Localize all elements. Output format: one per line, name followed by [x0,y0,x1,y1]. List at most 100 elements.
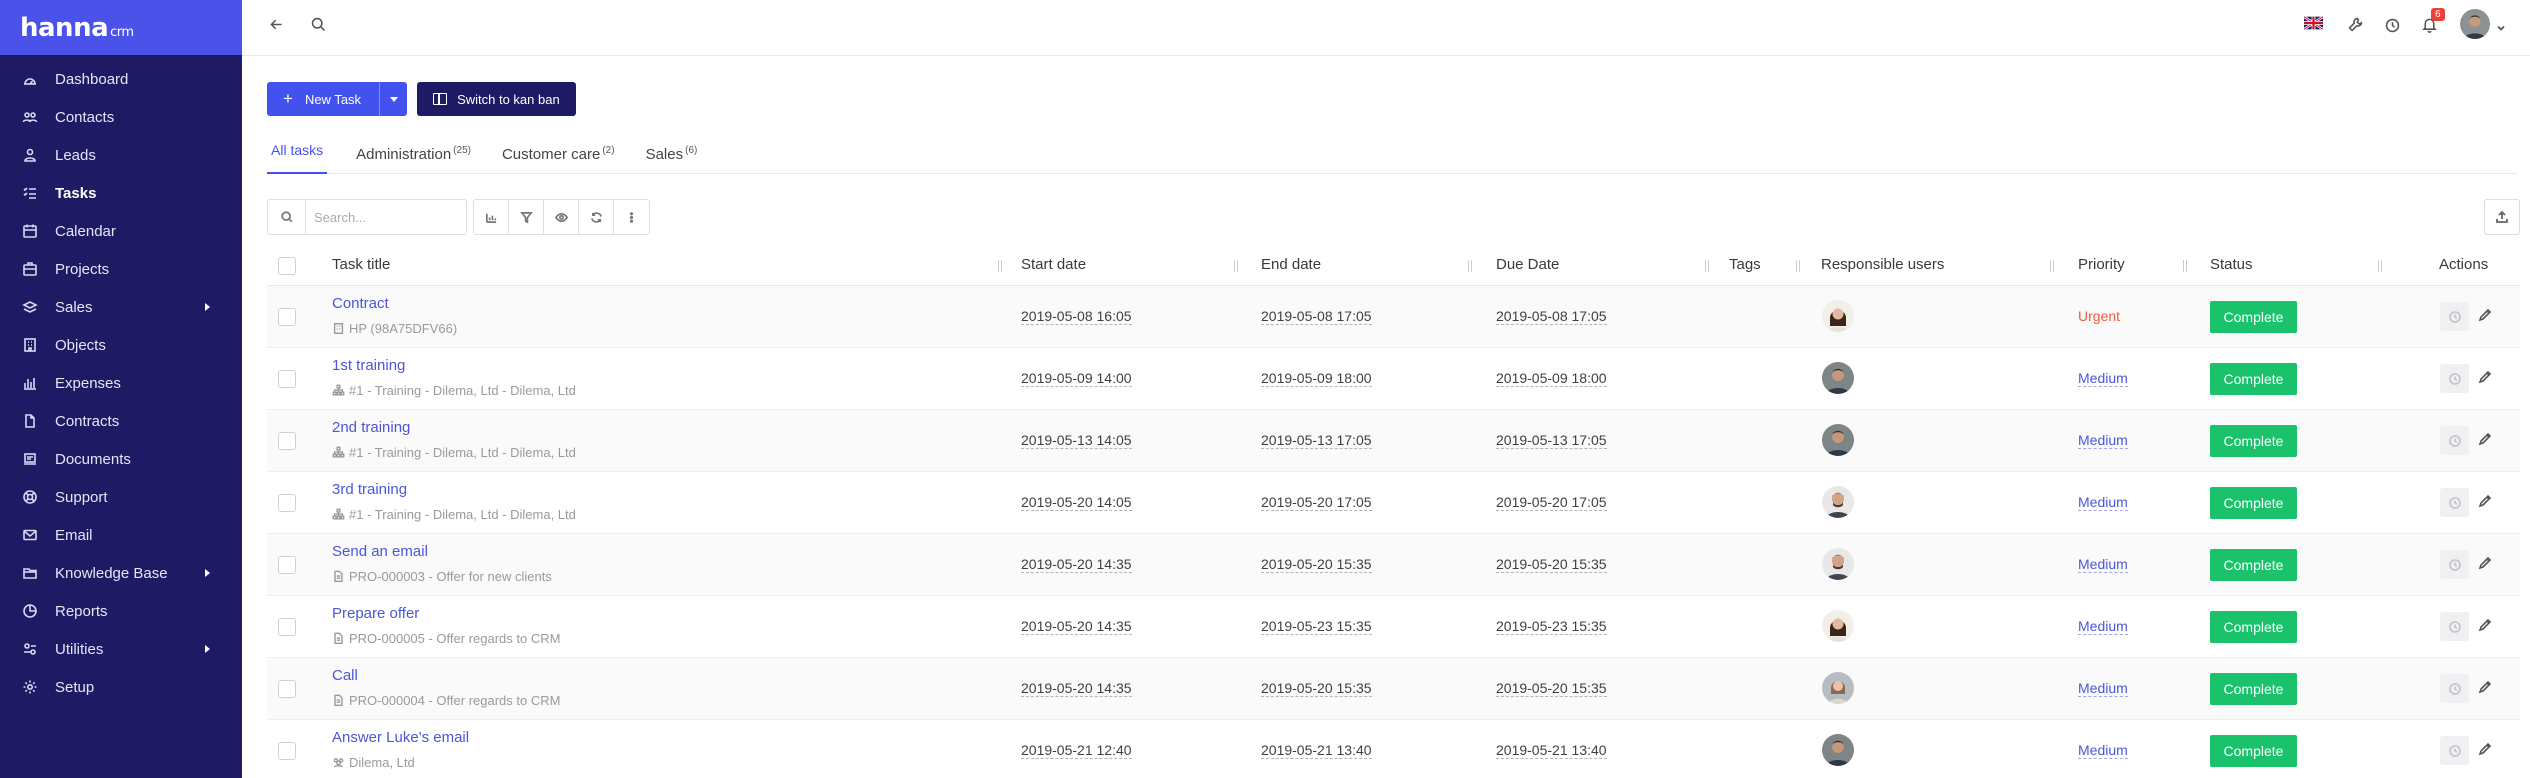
table-row[interactable]: Send an email PRO-000003 - Offer for new … [267,534,2520,596]
task-title-link[interactable]: Call [332,667,358,684]
responsible-user-avatar[interactable] [1822,362,1854,394]
sidebar-item-utilities[interactable]: Utilities [0,630,242,668]
due-date[interactable]: 2019-05-09 18:00 [1496,370,1607,387]
status-button[interactable]: Complete [2210,549,2297,581]
sidebar-item-documents[interactable]: Documents [0,440,242,478]
row-checkbox[interactable] [278,618,296,636]
uk-flag-icon[interactable] [2304,16,2323,30]
column-resize-handle[interactable] [997,260,1005,272]
start-date[interactable]: 2019-05-20 14:35 [1021,618,1132,635]
table-row[interactable]: Contract HP (98A75DFV66) 2019-05-08 16:05 2… [267,286,2520,348]
table-row[interactable]: 1st training #1 - Training - Dilema, Ltd … [267,348,2520,410]
row-checkbox[interactable] [278,742,296,760]
row-checkbox[interactable] [278,432,296,450]
search-icon[interactable] [268,200,306,234]
due-date[interactable]: 2019-05-08 17:05 [1496,308,1607,325]
pencil-icon[interactable] [2477,555,2495,573]
pencil-icon[interactable] [2477,617,2495,635]
tab-customer-care[interactable]: Customer care (2) [500,132,617,174]
task-title-link[interactable]: 2nd training [332,419,410,436]
task-related[interactable]: HP (98A75DFV66) [332,321,457,336]
status-button[interactable]: Complete [2210,673,2297,705]
due-date[interactable]: 2019-05-13 17:05 [1496,432,1607,449]
task-related[interactable]: #1 - Training - Dilema, Ltd - Dilema, Lt… [332,507,576,522]
priority-value[interactable]: Medium [2078,556,2128,573]
task-related[interactable]: Dilema, Ltd [332,755,415,770]
column-tags[interactable]: Tags [1729,256,1761,273]
due-date[interactable]: 2019-05-20 15:35 [1496,680,1607,697]
table-row[interactable]: 3rd training #1 - Training - Dilema, Ltd … [267,472,2520,534]
new-task-button[interactable]: + New Task [267,82,408,116]
task-related[interactable]: #1 - Training - Dilema, Ltd - Dilema, Lt… [332,445,576,460]
responsible-user-avatar[interactable] [1822,734,1854,766]
status-button[interactable]: Complete [2210,611,2297,643]
due-date[interactable]: 2019-05-23 15:35 [1496,618,1607,635]
due-date[interactable]: 2019-05-20 17:05 [1496,494,1607,511]
status-button[interactable]: Complete [2210,425,2297,457]
export-icon[interactable] [2484,199,2520,235]
row-checkbox[interactable] [278,680,296,698]
due-date[interactable]: 2019-05-20 15:35 [1496,556,1607,573]
start-date[interactable]: 2019-05-21 12:40 [1021,742,1132,759]
table-row[interactable]: Answer Luke's email Dilema, Ltd 2019-05-21… [267,720,2520,778]
new-task-dropdown-toggle[interactable] [379,82,407,116]
task-related[interactable]: PRO-000003 - Offer for new clients [332,569,552,584]
column-end-date[interactable]: End date [1261,256,1321,273]
column-resize-handle[interactable] [1467,260,1475,272]
start-date[interactable]: 2019-05-09 14:00 [1021,370,1132,387]
task-title-link[interactable]: 3rd training [332,481,407,498]
priority-value[interactable]: Medium [2078,680,2128,697]
table-row[interactable]: Prepare offer PRO-000005 - Offer regards … [267,596,2520,658]
switch-to-kanban-button[interactable]: Switch to kan ban [417,82,576,116]
start-date[interactable]: 2019-05-13 14:05 [1021,432,1132,449]
responsible-user-avatar[interactable] [1822,486,1854,518]
pencil-icon[interactable] [2477,307,2495,325]
status-button[interactable]: Complete [2210,735,2297,767]
pencil-icon[interactable] [2477,369,2495,387]
status-button[interactable]: Complete [2210,301,2297,333]
clock-icon[interactable] [2440,364,2469,393]
sidebar-item-leads[interactable]: Leads [0,136,242,174]
end-date[interactable]: 2019-05-20 15:35 [1261,680,1372,697]
task-related[interactable]: PRO-000004 - Offer regards to CRM [332,693,560,708]
start-date[interactable]: 2019-05-20 14:05 [1021,494,1132,511]
column-resize-handle[interactable] [1233,260,1241,272]
due-date[interactable]: 2019-05-21 13:40 [1496,742,1607,759]
priority-value[interactable]: Medium [2078,494,2128,511]
column-resize-handle[interactable] [1704,260,1712,272]
priority-value[interactable]: Medium [2078,742,2128,759]
clock-icon[interactable] [2440,736,2469,765]
priority-value[interactable]: Medium [2078,370,2128,387]
task-title-link[interactable]: Answer Luke's email [332,729,469,746]
column-resize-handle[interactable] [2377,260,2385,272]
row-checkbox[interactable] [278,556,296,574]
back-arrow-icon[interactable] [266,14,286,34]
sidebar-item-contracts[interactable]: Contracts [0,402,242,440]
end-date[interactable]: 2019-05-08 17:05 [1261,308,1372,325]
end-date[interactable]: 2019-05-09 18:00 [1261,370,1372,387]
end-date[interactable]: 2019-05-21 13:40 [1261,742,1372,759]
wrench-icon[interactable] [2345,14,2365,34]
sidebar-item-dashboard[interactable]: Dashboard [0,60,242,98]
clock-icon[interactable] [2382,15,2402,35]
clock-icon[interactable] [2440,674,2469,703]
task-title-link[interactable]: 1st training [332,357,405,374]
end-date[interactable]: 2019-05-20 15:35 [1261,556,1372,573]
start-date[interactable]: 2019-05-20 14:35 [1021,680,1132,697]
filter-icon[interactable] [509,200,544,234]
table-row[interactable]: Call PRO-000004 - Offer regards to CRM 201… [267,658,2520,720]
task-related[interactable]: PRO-000005 - Offer regards to CRM [332,631,560,646]
end-date[interactable]: 2019-05-13 17:05 [1261,432,1372,449]
clock-icon[interactable] [2440,550,2469,579]
column-status[interactable]: Status [2210,256,2253,273]
column-task-title[interactable]: Task title [332,256,390,273]
sidebar-item-knowledge-base[interactable]: Knowledge Base [0,554,242,592]
clock-icon[interactable] [2440,612,2469,641]
table-row[interactable]: 2nd training #1 - Training - Dilema, Ltd … [267,410,2520,472]
user-avatar[interactable] [2460,9,2490,39]
chevron-down-icon[interactable] [2496,20,2506,31]
task-title-link[interactable]: Send an email [332,543,428,560]
responsible-user-avatar[interactable] [1822,610,1854,642]
responsible-user-avatar[interactable] [1822,300,1854,332]
search-input[interactable] [314,201,459,233]
